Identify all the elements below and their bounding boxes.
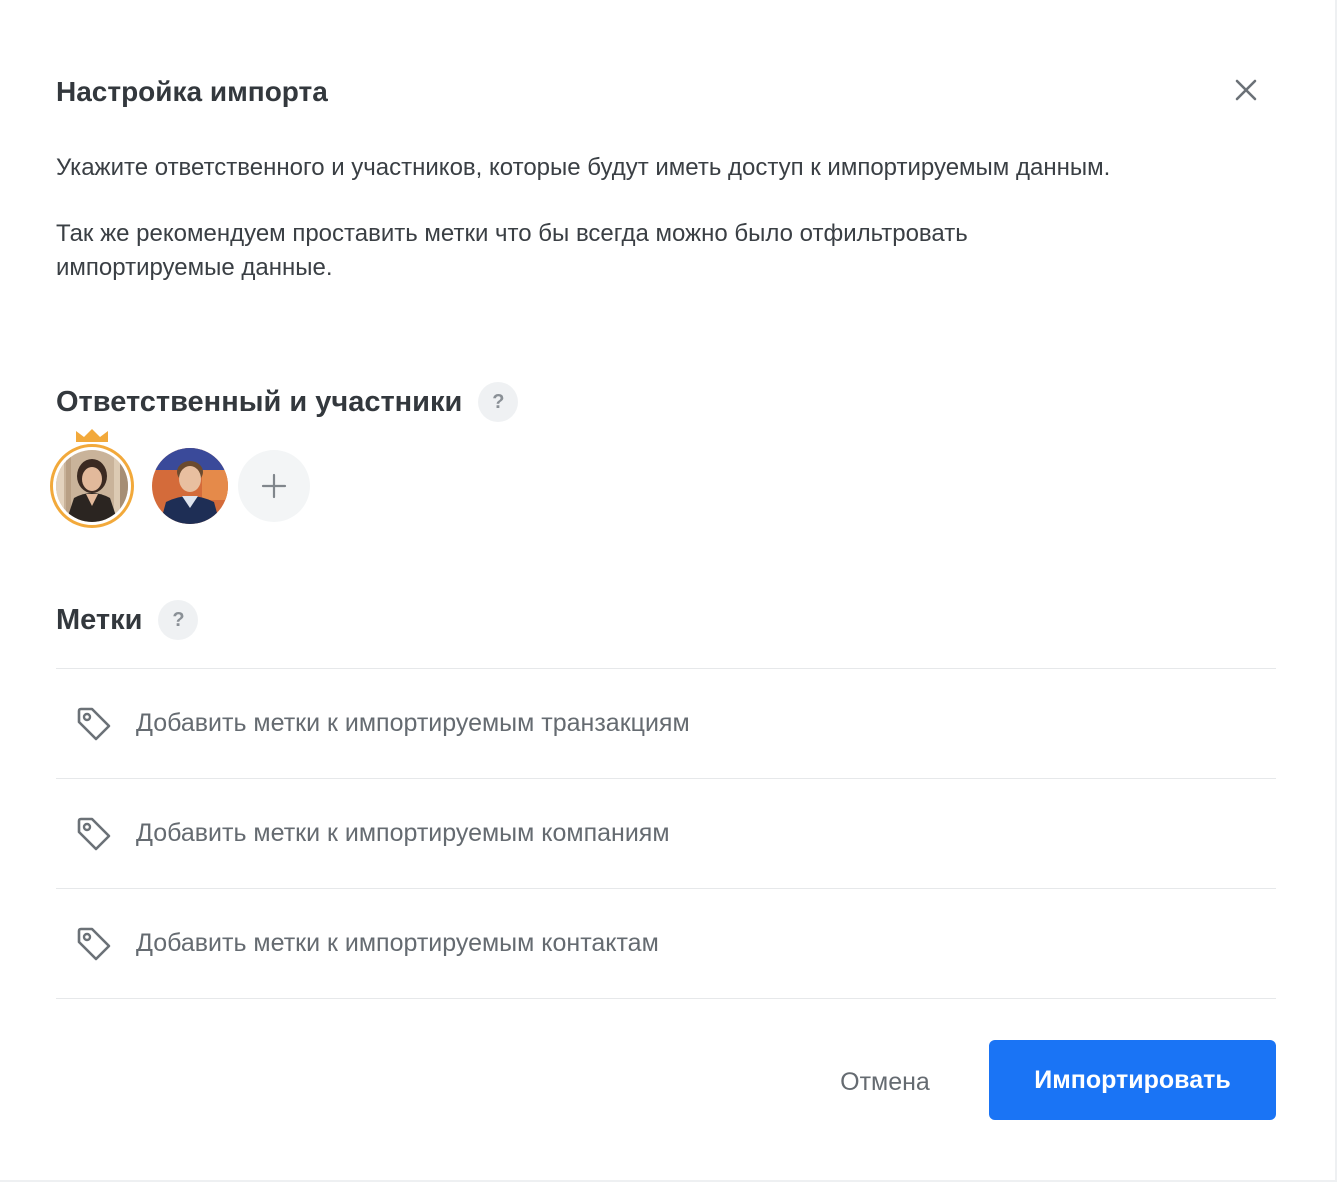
crown-icon (76, 429, 108, 442)
tag-icon (77, 817, 111, 850)
participants-title-text: Ответственный и участники (56, 385, 463, 418)
tags-title-text: Метки (56, 603, 143, 636)
description-access: Укажите ответственного и участников, кот… (56, 154, 1111, 181)
member-avatar[interactable] (152, 448, 228, 524)
tag-options-list: Добавить метки к импортируемым транзакци… (56, 668, 1276, 999)
add-tags-companies[interactable]: Добавить метки к импортируемым компаниям (56, 779, 1276, 889)
description-tags-hint: Так же рекомендуем проставить метки что … (56, 220, 968, 281)
owner-avatar[interactable] (50, 444, 134, 528)
tag-row-label: Добавить метки к импортируемым транзакци… (136, 709, 690, 737)
import-button[interactable]: Импортировать (989, 1040, 1276, 1120)
tag-icon (77, 927, 111, 960)
plus-icon (261, 473, 287, 499)
add-participant-button[interactable] (238, 450, 310, 522)
tag-icon (77, 707, 111, 740)
tag-row-label: Добавить метки к импортируемым контактам (136, 929, 659, 957)
tags-section-title: Метки ? (56, 600, 199, 640)
add-tags-contacts[interactable]: Добавить метки к импортируемым контактам (56, 889, 1276, 999)
member-avatar-image (152, 448, 228, 524)
modal-title: Настройка импорта (56, 76, 328, 107)
add-tags-transactions[interactable]: Добавить метки к импортируемым транзакци… (56, 669, 1276, 779)
import-settings-modal: Настройка импорта Укажите ответственного… (0, 0, 1337, 1182)
cancel-button[interactable]: Отмена (820, 1060, 950, 1104)
tag-row-label: Добавить метки к импортируемым компаниям (136, 819, 670, 847)
participants-help-icon[interactable]: ? (478, 382, 519, 422)
participants-section-title: Ответственный и участники ? (56, 382, 519, 422)
close-button[interactable] (1230, 74, 1262, 106)
participants-list (48, 428, 348, 538)
close-icon (1235, 79, 1257, 101)
tags-help-icon[interactable]: ? (158, 600, 199, 640)
owner-avatar-image (56, 450, 128, 522)
